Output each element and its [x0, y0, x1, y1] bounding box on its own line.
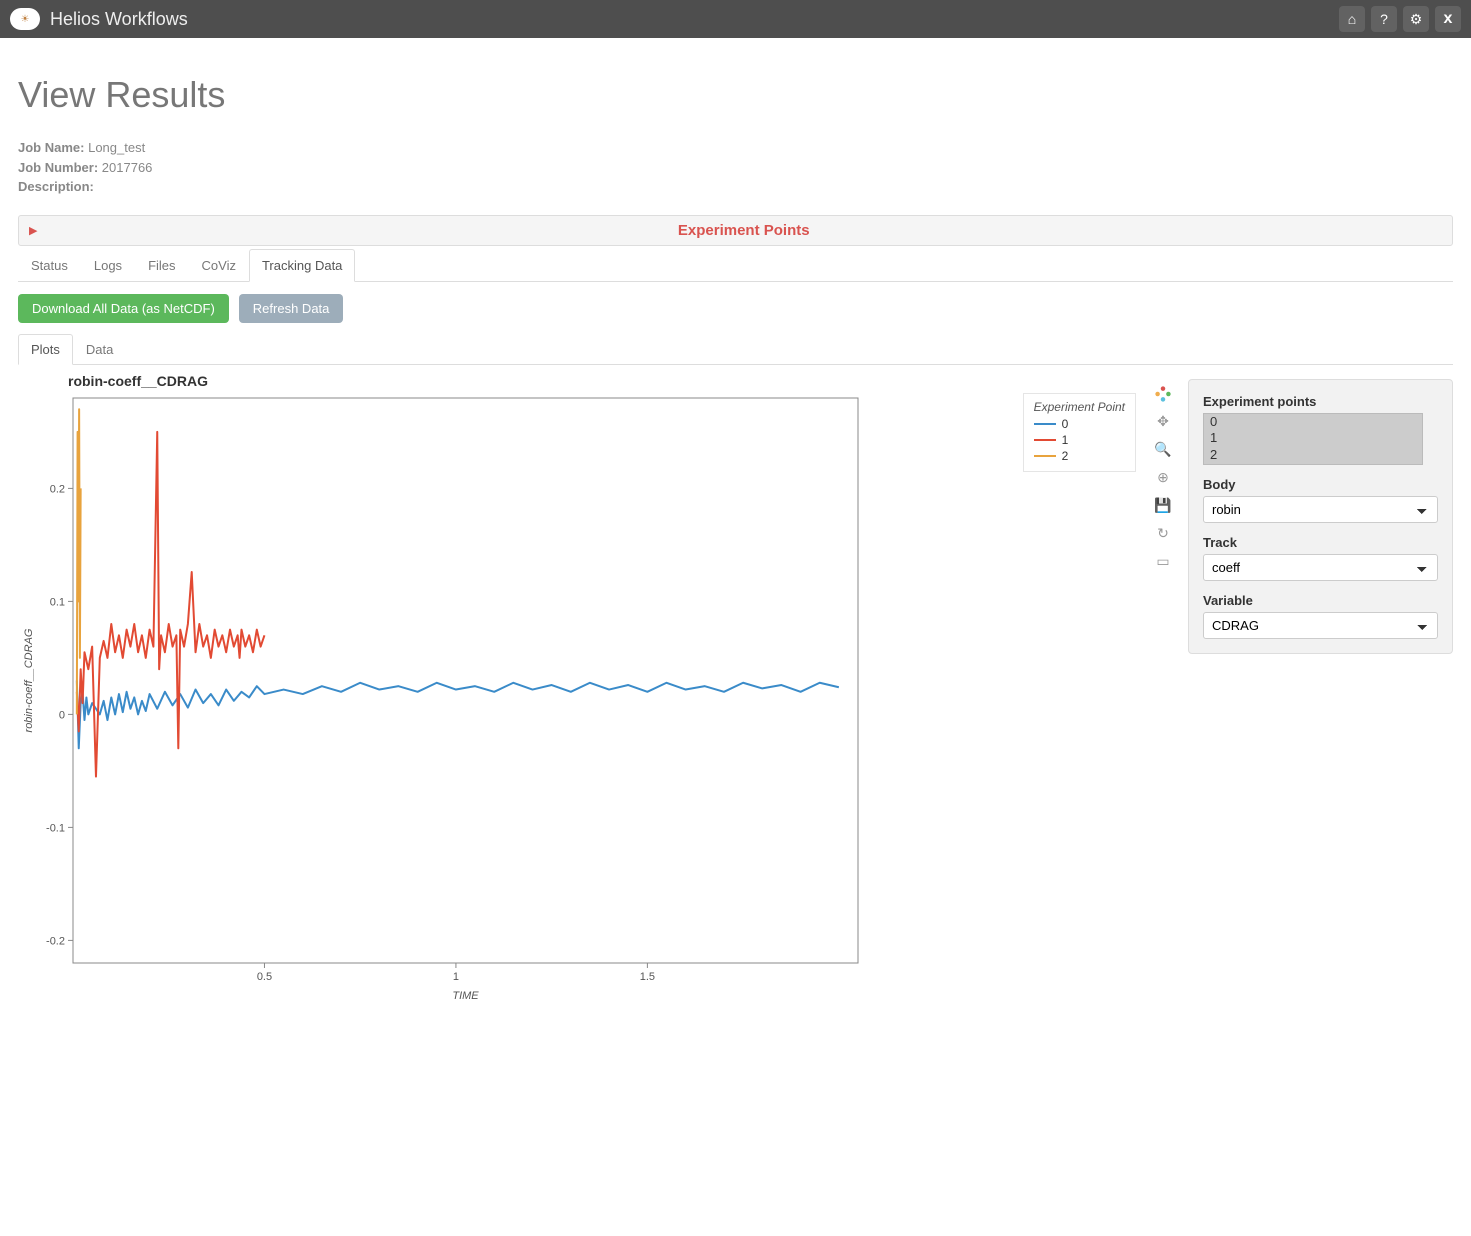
help-button[interactable]: ? — [1371, 6, 1397, 32]
svg-text:1.5: 1.5 — [640, 971, 655, 983]
navbar: ☀ Helios Workflows ⌂ ? ⚙ x — [0, 0, 1471, 38]
settings-button[interactable]: ⚙ — [1403, 6, 1429, 32]
legend-item[interactable]: 0 — [1034, 417, 1125, 431]
exp-point-option-1[interactable]: 1 — [1204, 430, 1422, 447]
legend-label: 1 — [1062, 433, 1069, 447]
tab-tracking-data[interactable]: Tracking Data — [249, 249, 355, 282]
help-icon: ? — [1380, 11, 1388, 27]
chart-container: robin-coeff__CDRAG -0.2 -0.1 0 0.1 0.2 0.5 1 1.… — [18, 373, 1178, 1006]
close-button[interactable]: x — [1435, 6, 1461, 32]
app-title: Helios Workflows — [50, 9, 188, 30]
variable-label: Variable — [1203, 593, 1438, 608]
legend-item[interactable]: 2 — [1034, 449, 1125, 463]
job-name-value: Long_test — [88, 140, 145, 155]
plot-controls-panel: Experiment points 0 1 2 Body robin Track… — [1188, 379, 1453, 655]
reset-tool-icon[interactable]: ↻ — [1152, 523, 1174, 545]
legend-swatch — [1034, 423, 1056, 425]
legend-swatch — [1034, 439, 1056, 441]
hover-tool-icon[interactable]: ▭ — [1152, 551, 1174, 573]
exp-points-label: Experiment points — [1203, 394, 1438, 409]
job-metadata: Job Name: Long_test Job Number: 2017766 … — [18, 138, 1453, 197]
experiment-points-title: Experiment Points — [45, 222, 1442, 239]
box-zoom-tool-icon[interactable]: 🔍 — [1152, 439, 1174, 461]
chart-legend: Experiment Point 0 1 2 — [1023, 393, 1136, 472]
chart-svg[interactable]: -0.2 -0.1 0 0.1 0.2 0.5 1 1.5 TIME robin-coeff__C… — [18, 393, 898, 1003]
svg-text:0.5: 0.5 — [257, 971, 272, 983]
track-select[interactable]: coeff — [1203, 554, 1438, 581]
app-logo: ☀ — [10, 8, 40, 30]
legend-item[interactable]: 1 — [1034, 433, 1125, 447]
refresh-data-button[interactable]: Refresh Data — [239, 294, 344, 323]
pan-tool-icon[interactable]: ✥ — [1152, 411, 1174, 433]
home-button[interactable]: ⌂ — [1339, 6, 1365, 32]
sub-tab-plots[interactable]: Plots — [18, 334, 73, 365]
legend-label: 0 — [1062, 417, 1069, 431]
wheel-zoom-tool-icon[interactable]: ⊕ — [1152, 467, 1174, 489]
track-label: Track — [1203, 535, 1438, 550]
legend-title: Experiment Point — [1034, 400, 1125, 414]
gear-icon: ⚙ — [1410, 11, 1423, 28]
tab-status[interactable]: Status — [18, 249, 81, 282]
main-tabs: Status Logs Files CoViz Tracking Data — [18, 248, 1453, 282]
download-all-data-button[interactable]: Download All Data (as NetCDF) — [18, 294, 229, 323]
svg-text:TIME: TIME — [452, 990, 479, 1002]
expand-icon: ▶ — [29, 224, 37, 237]
svg-text:-0.1: -0.1 — [46, 822, 65, 834]
body-select[interactable]: robin — [1203, 496, 1438, 523]
body-label: Body — [1203, 477, 1438, 492]
legend-swatch — [1034, 455, 1056, 457]
svg-text:0: 0 — [59, 709, 65, 721]
exp-point-option-2[interactable]: 2 — [1204, 447, 1422, 464]
svg-text:0.1: 0.1 — [50, 596, 65, 608]
svg-text:robin-coeff__CDRAG: robin-coeff__CDRAG — [23, 628, 35, 732]
sub-tab-data[interactable]: Data — [73, 334, 126, 365]
experiment-points-panel-header[interactable]: ▶ Experiment Points — [18, 215, 1453, 246]
save-tool-icon[interactable]: 💾 — [1152, 495, 1174, 517]
page-title: View Results — [18, 74, 1453, 116]
tab-logs[interactable]: Logs — [81, 249, 135, 282]
chart-title: robin-coeff__CDRAG — [68, 373, 1178, 389]
svg-text:0.2: 0.2 — [50, 483, 65, 495]
tab-files[interactable]: Files — [135, 249, 188, 282]
bokeh-logo-icon[interactable] — [1152, 383, 1174, 405]
exp-point-option-0[interactable]: 0 — [1204, 414, 1422, 431]
sub-tabs: Plots Data — [18, 333, 1453, 365]
legend-label: 2 — [1062, 449, 1069, 463]
close-icon: x — [1444, 10, 1453, 28]
svg-text:-0.2: -0.2 — [46, 935, 65, 947]
variable-select[interactable]: CDRAG — [1203, 612, 1438, 639]
tab-coviz[interactable]: CoViz — [189, 249, 249, 282]
home-icon: ⌂ — [1348, 11, 1356, 27]
svg-text:1: 1 — [453, 971, 459, 983]
chart-toolbar: ✥ 🔍 ⊕ 💾 ↻ ▭ — [1148, 383, 1178, 573]
exp-points-listbox[interactable]: 0 1 2 — [1203, 413, 1423, 466]
job-number-value: 2017766 — [102, 160, 153, 175]
